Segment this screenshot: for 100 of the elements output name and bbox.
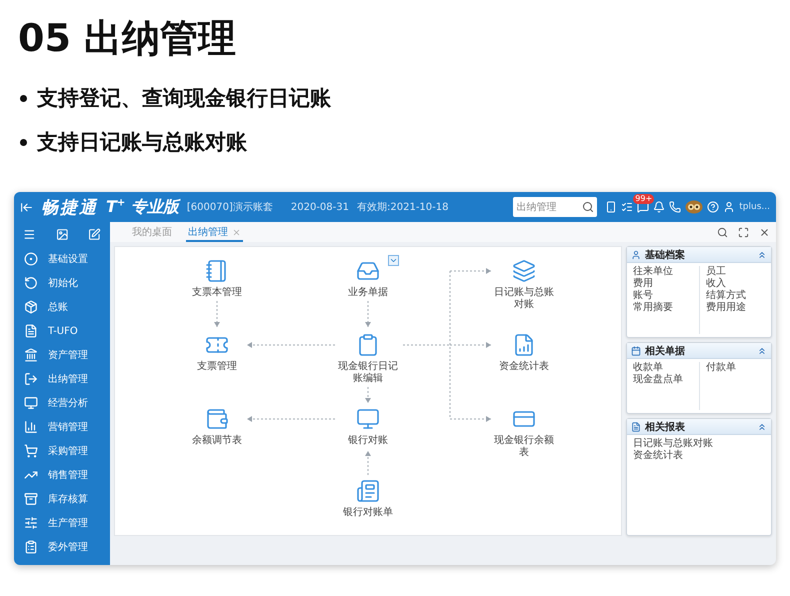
workflow-node[interactable]: 银行对账 (335, 407, 401, 447)
panel-link[interactable]: 资金统计表 (633, 450, 765, 462)
panel-link[interactable]: 收入 (706, 278, 765, 290)
sidebar-item[interactable]: 销售管理 (14, 463, 110, 487)
fullscreen-icon[interactable] (738, 226, 749, 238)
sidebar-item[interactable]: 采购管理 (14, 439, 110, 463)
panel-link[interactable]: 付款单 (706, 362, 765, 374)
workflow-node[interactable]: 资金统计表 (491, 333, 557, 373)
edit-icon[interactable] (88, 228, 102, 241)
panel-link[interactable]: 费用 (633, 278, 699, 290)
connector-arrow (365, 450, 371, 476)
document-icon (631, 422, 641, 432)
exit-icon (24, 372, 38, 386)
collapse-icon[interactable] (757, 346, 767, 356)
help-icon[interactable] (707, 201, 720, 213)
panel-link[interactable]: 账号 (633, 290, 699, 302)
connector-arrow (365, 386, 371, 404)
date-text: 2020-08-31 (290, 202, 349, 212)
chart-file-icon (512, 333, 536, 357)
user-name[interactable]: tplus... (739, 202, 770, 212)
search-field[interactable]: 出纳管理 (513, 197, 598, 217)
panel-link[interactable]: 现金盘点单 (633, 374, 699, 386)
sliders-icon (24, 516, 38, 530)
cart-icon (24, 444, 38, 458)
brand-logo: 畅捷通 (41, 196, 98, 218)
handset-icon[interactable] (669, 201, 682, 213)
sidebar-item[interactable]: 基础设置 (14, 247, 110, 271)
panel-link[interactable]: 费用用途 (706, 302, 765, 314)
sidebar-item[interactable]: 初始化 (14, 271, 110, 295)
sidebar-item[interactable]: 营销管理 (14, 415, 110, 439)
workflow-node[interactable]: 余额调节表 (184, 407, 250, 447)
account-text: [600070]演示账套 (186, 200, 273, 214)
sidebar-item[interactable]: T-UFO (14, 319, 110, 343)
sidebar-item[interactable]: 资产管理 (14, 343, 110, 367)
search-icon[interactable] (717, 226, 728, 238)
workflow-node[interactable]: 支票管理 (184, 333, 250, 373)
bullet-icon (20, 94, 27, 102)
connector-arrow (214, 300, 220, 328)
menu-icon[interactable] (23, 228, 36, 241)
panel-link[interactable]: 结算方式 (706, 290, 765, 302)
person-icon (631, 250, 641, 260)
wallet-icon (205, 407, 229, 431)
chat-icon[interactable] (637, 201, 650, 213)
panel-link[interactable]: 员工 (706, 266, 765, 278)
dropdown-button[interactable] (388, 255, 399, 266)
inbox-icon (356, 259, 380, 283)
search-icon[interactable] (582, 201, 594, 213)
panel-title: 相关报表 (645, 420, 685, 434)
workflow-node[interactable]: 支票本管理 (184, 259, 250, 299)
validity-text: 有效期:2021-10-18 (357, 200, 448, 214)
workflow-node[interactable]: 银行对账单 (335, 479, 401, 519)
panel-link[interactable]: 日记账与总账对账 (633, 438, 765, 450)
sidebar-item[interactable]: 经营分析 (14, 391, 110, 415)
workflow-node[interactable]: 现金银行余额表 (491, 407, 557, 459)
page-heading: 05 出纳管理 (18, 15, 238, 62)
bullet-icon (20, 138, 27, 146)
monitor-icon (356, 407, 380, 431)
back-icon[interactable] (20, 200, 33, 214)
caret-icon (389, 256, 398, 265)
owl-icon[interactable] (685, 200, 704, 214)
checklist-icon[interactable] (621, 201, 634, 213)
bell-icon[interactable] (653, 201, 666, 213)
panel-link[interactable]: 往来单位 (633, 266, 699, 278)
image-icon[interactable] (56, 228, 68, 241)
user-icon[interactable] (723, 201, 736, 213)
collapse-icon[interactable] (757, 422, 767, 432)
clipboard-icon (24, 540, 38, 554)
sidebar-item[interactable]: 生产管理 (14, 511, 110, 535)
notification-badge: 99+ (633, 194, 654, 204)
panel-title: 基础档案 (645, 248, 685, 262)
bullet-text: 支持登记、查询现金银行日记账 (37, 85, 331, 112)
bank-icon (24, 348, 38, 362)
monitor-icon (24, 396, 38, 410)
phone-icon[interactable] (605, 201, 618, 213)
bar-chart-icon (24, 420, 38, 434)
collapse-icon[interactable] (757, 250, 767, 260)
archive-icon (24, 492, 38, 506)
tab[interactable]: 出纳管理 (186, 224, 243, 242)
product-name: T$^{+}$ 专业版 (106, 196, 179, 218)
sidebar-item[interactable]: 总账 (14, 295, 110, 319)
rotate-icon (24, 276, 38, 290)
calendar-icon (631, 346, 641, 356)
notebook-icon (205, 259, 229, 283)
close-icon[interactable] (759, 226, 770, 238)
newspaper-icon (356, 479, 380, 503)
sidebar-item[interactable]: 出纳管理 (14, 367, 110, 391)
workflow-node[interactable]: 日记账与总账对账 (491, 259, 557, 311)
sidebar-item[interactable]: 委外管理 (14, 535, 110, 559)
sidebar-item[interactable]: 库存核算 (14, 487, 110, 511)
bullet-text: 支持日记账与总账对账 (37, 129, 247, 156)
package-icon (24, 300, 38, 314)
disc-icon (24, 252, 38, 266)
document-icon (24, 324, 38, 338)
panel-link[interactable]: 收款单 (633, 362, 699, 374)
panel-title: 相关单据 (645, 344, 685, 358)
panel-link[interactable]: 常用摘要 (633, 302, 699, 314)
layers-icon (512, 259, 536, 283)
workflow-node[interactable]: 现金银行日记账编辑 (335, 333, 401, 385)
workflow-node[interactable]: 业务单据 (335, 259, 401, 299)
clipboard-icon (356, 333, 380, 357)
